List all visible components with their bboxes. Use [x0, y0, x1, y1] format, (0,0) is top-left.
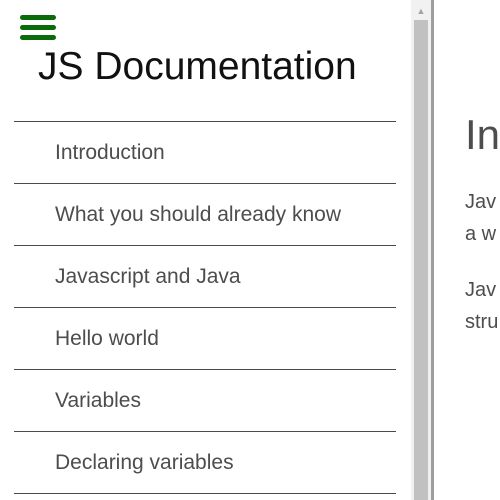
scroll-up-arrow-icon[interactable]: ▲	[411, 0, 431, 20]
nav-link-declaring-variables[interactable]: Declaring variables	[14, 432, 396, 494]
nav-list-item: Introduction	[14, 122, 396, 184]
menu-bar	[20, 35, 56, 40]
nav-list-item: Declaring variables	[14, 432, 396, 494]
hamburger-menu-icon[interactable]	[20, 15, 56, 45]
nav-link-variables[interactable]: Variables	[14, 370, 396, 432]
page: JS Documentation Introduction What you s…	[0, 0, 500, 500]
nav-list: Introduction What you should already kno…	[14, 121, 396, 494]
nav-link-hello-world[interactable]: Hello world	[14, 308, 396, 370]
nav-list-item: Javascript and Java	[14, 246, 396, 308]
section-paragraph: Jav stru	[465, 274, 498, 338]
paragraph-line: a w	[465, 223, 497, 245]
nav-link-introduction[interactable]: Introduction	[14, 122, 396, 184]
nav-list-item: Hello world	[14, 308, 396, 370]
section-title: Int	[465, 111, 500, 158]
nav-list-item: What you should already know	[14, 184, 396, 246]
nav-list-item: Variables	[14, 370, 396, 432]
paragraph-line: stru	[465, 311, 499, 333]
nav-scrollbar[interactable]: ▲	[411, 0, 431, 500]
nav-title: JS Documentation	[38, 45, 357, 88]
nav-link-what-you-should-already-know[interactable]: What you should already know	[14, 184, 396, 246]
main-content: Int Jav a w Jav stru	[434, 0, 500, 500]
paragraph-line: Jav	[465, 191, 497, 213]
menu-bar	[20, 15, 56, 20]
paragraph-line: Jav	[465, 279, 497, 301]
scrollbar-thumb[interactable]	[414, 20, 428, 500]
section-paragraph: Jav a w	[465, 186, 496, 250]
navbar: JS Documentation Introduction What you s…	[0, 0, 411, 500]
nav-link-javascript-and-java[interactable]: Javascript and Java	[14, 246, 396, 308]
menu-bar	[20, 25, 56, 30]
